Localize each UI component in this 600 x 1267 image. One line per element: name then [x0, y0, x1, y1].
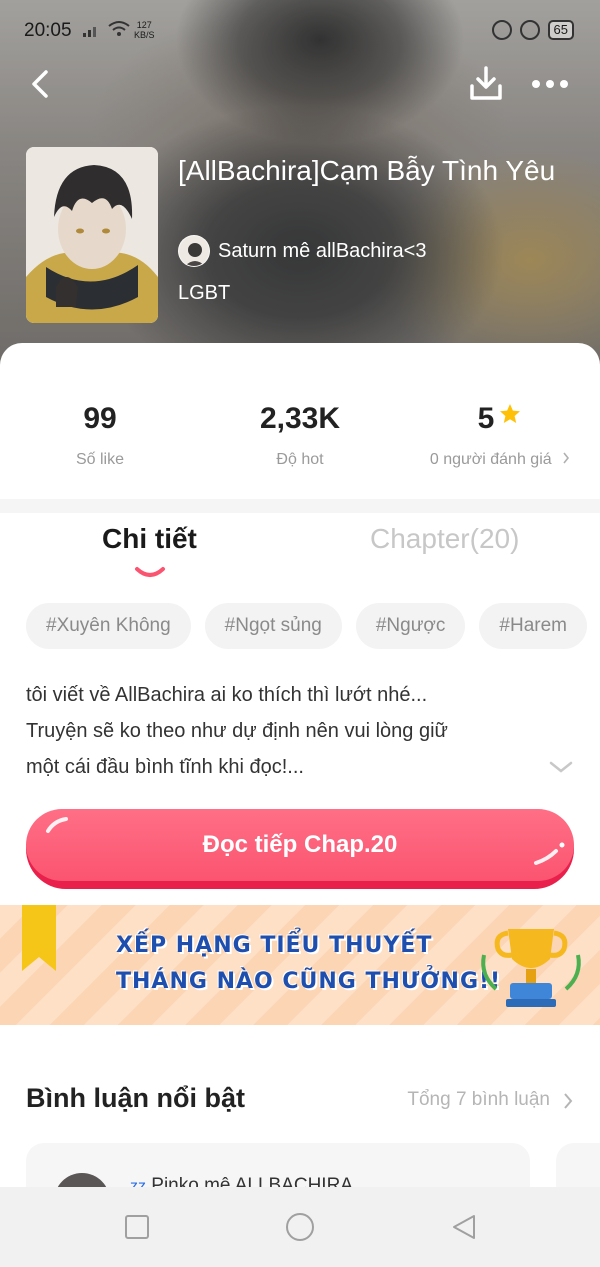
continue-reading-label: Đọc tiếp Chap.20: [202, 831, 398, 858]
stat-rating-value-row: 5: [400, 399, 600, 439]
banner-line-1: XẾP HẠNG TIỂU THUYẾT: [116, 933, 433, 958]
tab-detail[interactable]: Chi tiết: [102, 523, 197, 555]
star-icon: [500, 404, 521, 423]
tag-list: #Xuyên Không #Ngọt sủng #Ngược #Harem: [26, 603, 587, 649]
stat-rating-value: 5: [477, 402, 495, 435]
stat-likes-value: 99: [83, 402, 117, 435]
status-right-group: 65: [491, 20, 574, 40]
chevron-down-icon[interactable]: [548, 759, 574, 775]
description-line: Truyện sẽ ko theo như dự định nên vui lò…: [26, 720, 448, 742]
tab-bar: Chi tiết Chapter(20): [0, 523, 600, 583]
stat-likes: 99 Số like: [0, 399, 200, 469]
status-bar: 20:05 127 KB/S 65: [0, 0, 600, 62]
author-row[interactable]: Saturn mê allBachira<3: [178, 235, 426, 267]
description[interactable]: tôi viết về AllBachira ai ko thích thì l…: [26, 677, 546, 785]
signal-icon: [83, 27, 96, 37]
comments-total-link[interactable]: Tổng 7 bình luận: [407, 1089, 550, 1111]
banner-line-2: THÁNG NÀO CŨNG THƯỞNG!!: [116, 969, 502, 994]
stat-hot-label: Độ hot: [276, 451, 324, 468]
stat-hot: 2,33K Độ hot: [200, 399, 400, 469]
bookmark-ribbon-icon: [22, 905, 56, 971]
tag-item[interactable]: #Ngược: [355, 603, 466, 649]
tab-chapters[interactable]: Chapter(20): [370, 523, 519, 555]
network-speed-value: 127: [136, 20, 152, 30]
chevron-right-icon[interactable]: [562, 1092, 574, 1110]
tag-item[interactable]: #Harem: [479, 603, 587, 649]
wifi-icon: [108, 21, 130, 36]
back-icon[interactable]: [26, 66, 56, 102]
tab-active-indicator: [135, 567, 165, 577]
detail-card: 99 Số like 2,33K Độ hot 5 0 người đánh g…: [0, 343, 600, 1223]
stats-row: 99 Số like 2,33K Độ hot 5 0 người đánh g…: [0, 399, 600, 489]
network-speed: 127 KB/S: [134, 20, 155, 40]
continue-reading-button[interactable]: Đọc tiếp Chap.20: [26, 809, 574, 889]
chevron-right-icon: [563, 452, 570, 464]
section-divider: [0, 499, 600, 513]
tag-item[interactable]: #Ngọt sủng: [204, 603, 342, 649]
novel-detail-page: 20:05 127 KB/S 65 [AllBachira]Cạm Bẫy Tì…: [0, 0, 600, 1267]
comments-title: Bình luận nổi bật: [26, 1083, 245, 1113]
book-cover-image[interactable]: [26, 147, 158, 323]
description-line: một cái đầu bình tĩnh khi đọc!...: [26, 756, 304, 778]
comments-header: Bình luận nổi bật Tổng 7 bình luận: [26, 1083, 574, 1123]
back-nav-icon[interactable]: [450, 1213, 478, 1241]
author-avatar[interactable]: [178, 235, 210, 267]
recent-apps-icon[interactable]: [123, 1213, 151, 1241]
ranking-banner[interactable]: XẾP HẠNG TIỂU THUYẾT THÁNG NÀO CŨNG THƯỞ…: [0, 905, 600, 1025]
vibrate-icon: [491, 20, 512, 40]
book-title: [AllBachira]Cạm Bẫy Tình Yêu: [178, 155, 556, 186]
tag-item[interactable]: #Xuyên Không: [26, 603, 191, 649]
genre-label: LGBT: [178, 282, 231, 304]
stat-hot-value: 2,33K: [259, 402, 341, 435]
stat-rating[interactable]: 5 0 người đánh giá: [400, 399, 600, 469]
system-nav-bar: [0, 1187, 600, 1267]
cover-illustration: [26, 147, 158, 323]
more-dots-icon[interactable]: [532, 72, 572, 96]
trophy-icon: [481, 929, 581, 1007]
top-nav: [0, 62, 600, 106]
home-icon[interactable]: [284, 1211, 316, 1243]
status-time: 20:05: [24, 20, 72, 41]
download-icon[interactable]: [468, 64, 504, 102]
author-name[interactable]: Saturn mê allBachira<3: [218, 240, 426, 263]
network-speed-unit: KB/S: [134, 30, 155, 40]
battery-indicator: 65: [547, 20, 574, 40]
stat-rating-label-row: 0 người đánh giá: [400, 451, 600, 469]
stat-rating-label: 0 người đánh giá: [429, 451, 552, 468]
stat-likes-label: Số like: [75, 451, 125, 468]
description-line: tôi viết về AllBachira ai ko thích thì l…: [26, 684, 428, 706]
lock-rotation-icon: [519, 20, 540, 40]
